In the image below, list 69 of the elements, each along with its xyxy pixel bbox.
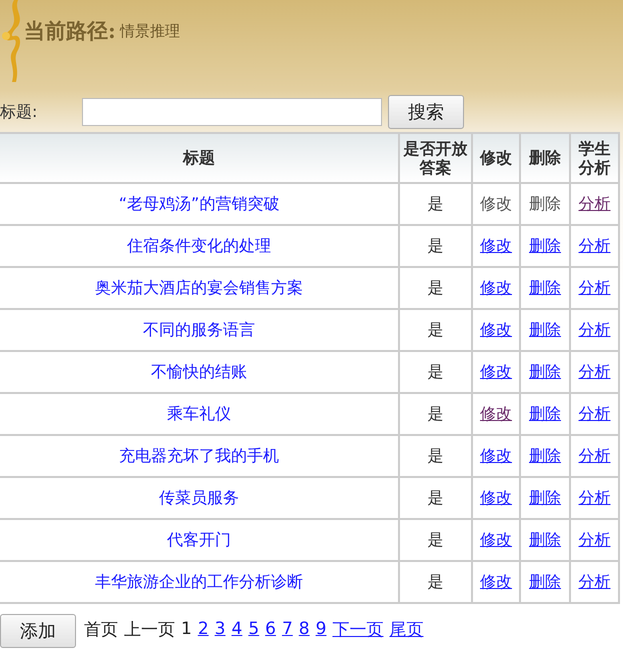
column-header: 学生分析 [571, 134, 620, 184]
analysis-link[interactable]: 分析 [578, 488, 610, 508]
case-title-link[interactable]: 乘车礼仪 [167, 404, 231, 424]
analysis-link[interactable]: 分析 [578, 530, 610, 550]
add-button[interactable]: 添加 [0, 614, 76, 648]
page-nav-text: 首页 [84, 618, 118, 640]
column-header: 标题 [0, 134, 400, 184]
edit-link[interactable]: 修改 [480, 320, 512, 340]
open-answer-text: 是 [428, 488, 444, 508]
open-answer-text: 是 [428, 446, 444, 466]
delete-link[interactable]: 删除 [529, 530, 561, 550]
search-label: 标题: [0, 102, 38, 122]
column-header: 删除 [521, 134, 571, 184]
edit-link[interactable]: 修改 [480, 278, 512, 298]
edit-link[interactable]: 修改 [480, 488, 512, 508]
case-title-link[interactable]: 充电器充坏了我的手机 [119, 446, 279, 466]
open-answer-text: 是 [428, 404, 444, 424]
page-link[interactable]: 3 [214, 619, 226, 639]
search-field[interactable] [82, 98, 382, 126]
open-answer-text: 是 [428, 362, 444, 382]
case-title-link[interactable]: 住宿条件变化的处理 [127, 236, 271, 256]
analysis-link[interactable]: 分析 [578, 404, 610, 424]
case-title-link[interactable]: 传菜员服务 [159, 488, 239, 508]
open-answer-text: 是 [428, 278, 444, 298]
case-title-link[interactable]: 不愉快的结账 [151, 362, 247, 382]
delete-link[interactable]: 删除 [529, 572, 561, 592]
analysis-link[interactable]: 分析 [578, 446, 610, 466]
search-button[interactable]: 搜索 [388, 95, 464, 129]
open-answer-text: 是 [428, 530, 444, 550]
analysis-link[interactable]: 分析 [578, 320, 610, 340]
page-nav-text: 上一页 [124, 618, 175, 640]
case-title-link[interactable]: 代客开门 [167, 530, 231, 550]
page-link[interactable]: 7 [282, 619, 293, 639]
open-answer-text: 是 [428, 194, 444, 214]
edit-link[interactable]: 修改 [480, 530, 512, 550]
page-link[interactable]: 9 [316, 619, 326, 639]
delete-text: 删除 [529, 194, 561, 214]
delete-link[interactable]: 删除 [529, 488, 561, 508]
page-link[interactable]: 6 [265, 619, 276, 639]
case-title-link[interactable]: 奥米茄大酒店的宴会销售方案 [95, 278, 303, 298]
page-link[interactable]: 5 [248, 619, 260, 639]
column-header: 修改 [473, 134, 521, 184]
delete-link[interactable]: 删除 [529, 362, 561, 382]
edit-link[interactable]: 修改 [480, 572, 512, 592]
path-label: 当前路径: [24, 17, 116, 45]
edit-link[interactable]: 修改 [480, 362, 512, 382]
analysis-link[interactable]: 分析 [578, 362, 610, 382]
edit-link[interactable]: 修改 [480, 446, 512, 466]
open-answer-text: 是 [428, 572, 444, 592]
current-page: 1 [181, 619, 192, 639]
open-answer-text: 是 [428, 320, 444, 340]
page-link[interactable]: 8 [298, 619, 310, 639]
page-link[interactable]: 2 [198, 619, 209, 639]
case-title-link[interactable]: 不同的服务语言 [143, 320, 255, 340]
page-link[interactable]: 下一页 [332, 618, 384, 640]
delete-link[interactable]: 删除 [529, 278, 561, 298]
analysis-link[interactable]: 分析 [578, 572, 610, 592]
analysis-link[interactable]: 分析 [578, 278, 610, 298]
edit-link[interactable]: 修改 [480, 404, 512, 424]
open-answer-text: 是 [428, 236, 444, 256]
page-link[interactable]: 尾页 [389, 618, 424, 640]
delete-link[interactable]: 删除 [529, 446, 561, 466]
delete-link[interactable]: 删除 [529, 320, 561, 340]
edit-text: 修改 [480, 194, 512, 214]
column-header: 是否开放答案 [400, 134, 473, 184]
delete-link[interactable]: 删除 [529, 404, 561, 424]
page-link[interactable]: 4 [231, 619, 242, 639]
path-value: 情景推理 [120, 22, 180, 41]
case-title-link[interactable]: 丰华旅游企业的工作分析诊断 [95, 572, 303, 592]
